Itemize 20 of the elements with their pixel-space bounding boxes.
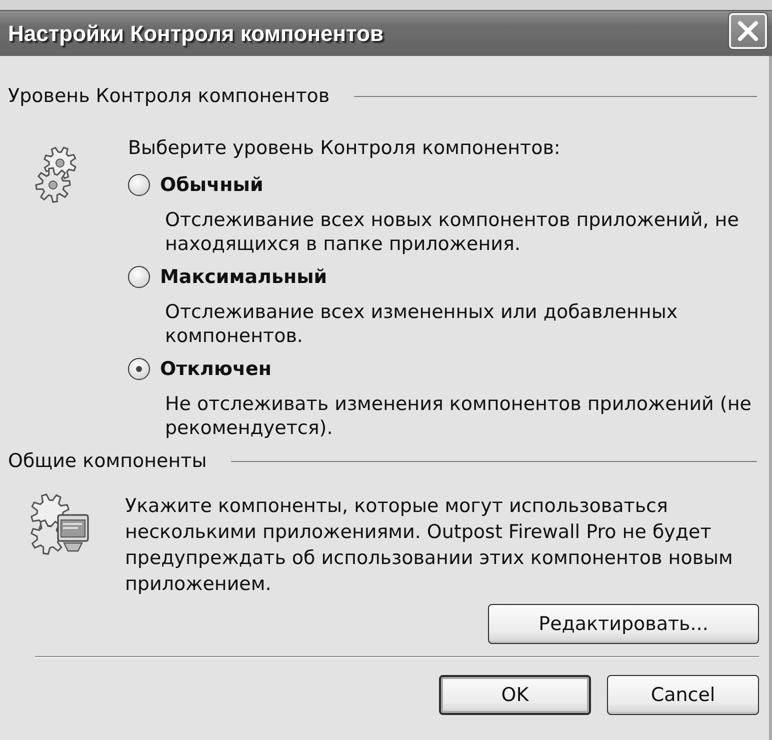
shared-components-description: Укажите компоненты, которые могут использоваться несколькими приложениями. Outpost Firewall Pro не будет предупреждать об использовании этих компонентов новым приложением. [125, 494, 734, 597]
option-label[interactable]: Обычный [160, 173, 264, 197]
radio-button[interactable] [128, 266, 150, 288]
option-description: Отслеживание всех измененных или добавленных компонентов. [165, 300, 679, 348]
ok-button[interactable]: OK [439, 675, 591, 715]
section-heading: Уровень Контроля компонентов [8, 84, 330, 108]
option-label[interactable]: Максимальный [160, 265, 328, 289]
window-title: Настройки Контроля компонентов [8, 20, 384, 46]
option-label[interactable]: Отключен [160, 357, 272, 381]
prompt-text: Выберите уровень Контроля компонентов: [128, 136, 560, 160]
gears-window-icon [28, 493, 92, 555]
radio-button[interactable] [128, 358, 150, 380]
close-icon [736, 18, 760, 42]
option-description: Не отслеживать изменения компонентов приложений (не рекомендуется). [165, 392, 752, 440]
close-button[interactable] [729, 12, 767, 48]
cancel-button[interactable]: Cancel [607, 675, 759, 715]
edit-button[interactable]: Редактировать... [488, 604, 759, 644]
section-heading: Общие компоненты [8, 449, 207, 473]
radio-button[interactable] [128, 174, 150, 196]
option-description: Отслеживание всех новых компонентов приложений, не находящихся в папке приложения. [165, 208, 740, 256]
